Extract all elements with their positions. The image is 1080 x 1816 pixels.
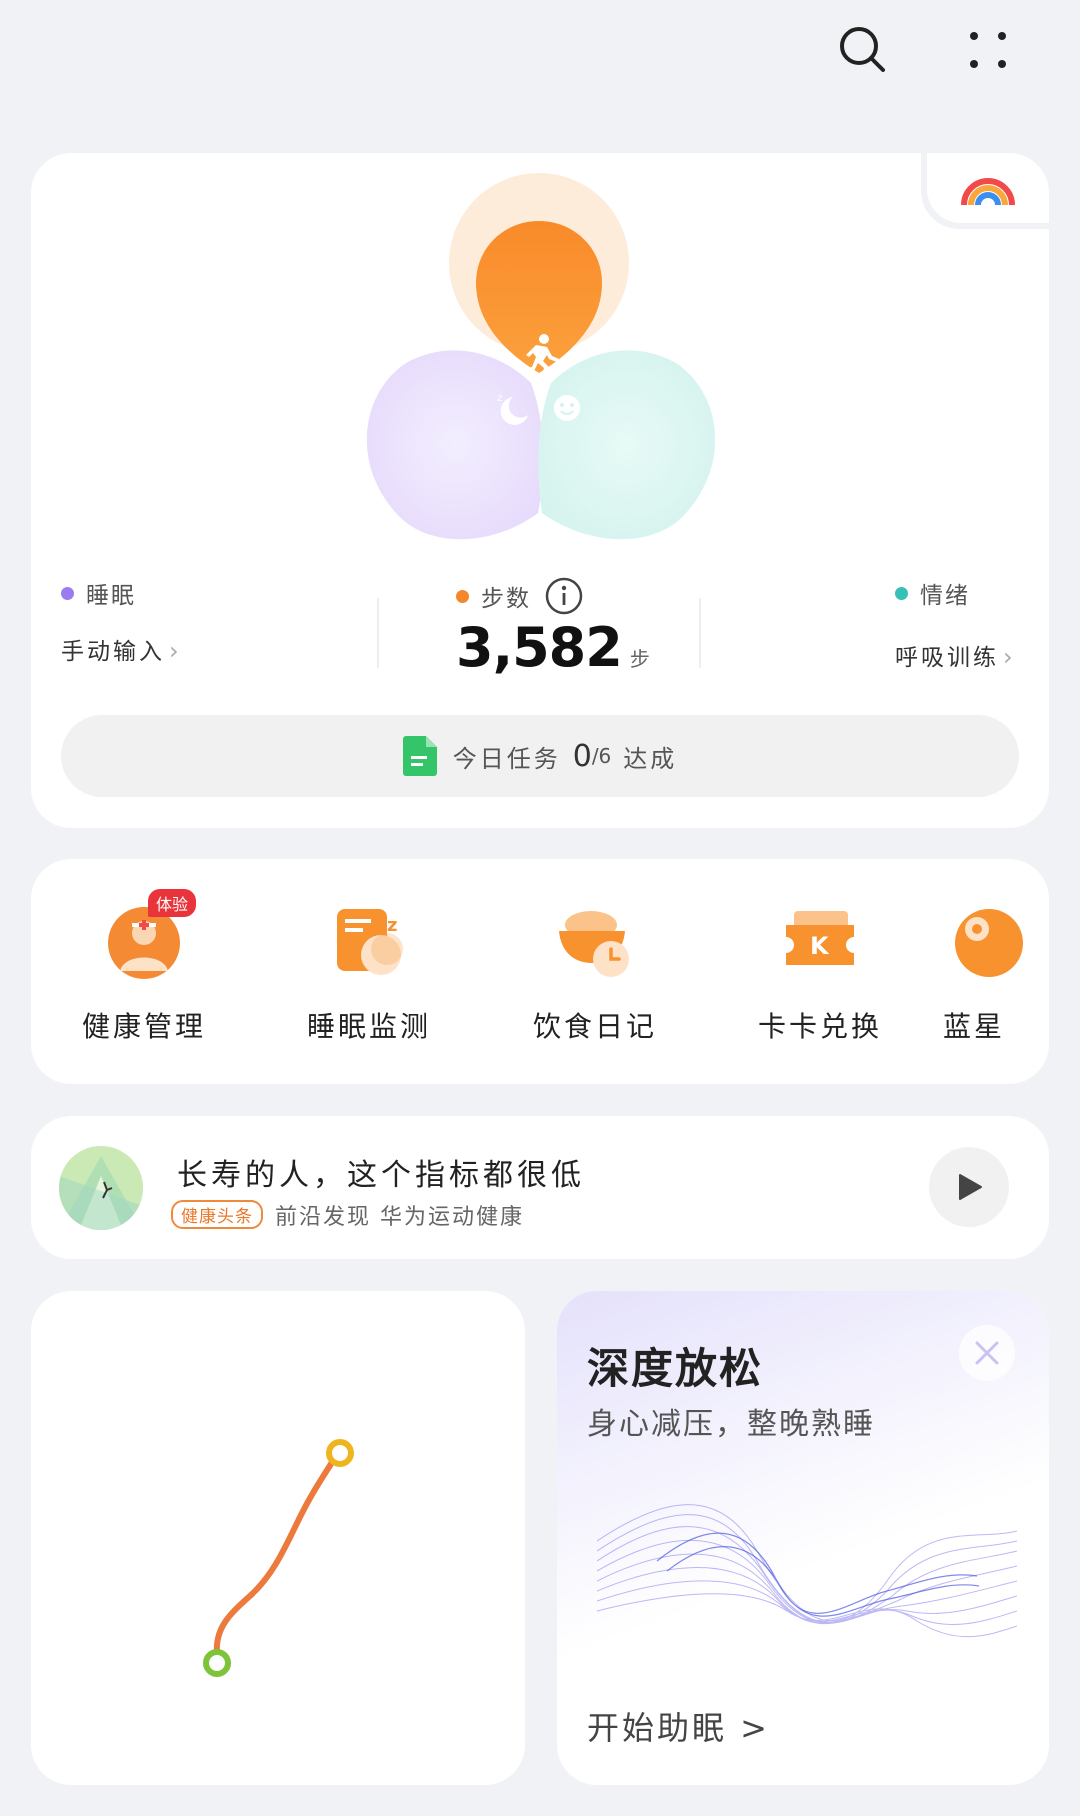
rainbow-icon[interactable]	[958, 163, 1018, 213]
news-meta: 健康头条 前沿发现 华为运动健康	[171, 1199, 524, 1231]
services-row: 体验 健康管理 z 睡眠监测 饮食日记 K 卡卡兑换 蓝星	[31, 859, 1049, 1084]
service-health-manager[interactable]: 体验 健康管理	[64, 889, 224, 1045]
service-card-exchange[interactable]: K 卡卡兑换	[740, 901, 900, 1045]
service-sleep-monitor[interactable]: z 睡眠监测	[289, 901, 449, 1045]
smile-icon	[554, 395, 580, 421]
health-petals-graphic[interactable]: z	[31, 153, 1049, 573]
steps-value: 3,582	[456, 616, 623, 679]
chevron-right-icon: ›	[169, 637, 179, 665]
rainbow-badge-tab	[921, 153, 1049, 229]
mood-dot	[895, 586, 908, 600]
blue-star-icon	[949, 901, 1029, 981]
diet-diary-icon	[555, 901, 635, 981]
service-label: 健康管理	[81, 1010, 206, 1043]
more-dots-icon[interactable]	[956, 18, 1020, 82]
workout-route-card[interactable]	[31, 1291, 525, 1785]
steps-stat[interactable]: 步数 3,582 步	[456, 576, 650, 679]
sound-wave-graphic	[597, 1504, 1017, 1638]
trial-badge: 体验	[148, 889, 197, 917]
sleep-monitor-icon: z	[329, 901, 409, 981]
card-exchange-icon: K	[780, 901, 860, 981]
route-start-marker	[203, 1649, 231, 1677]
route-end-marker	[326, 1439, 354, 1467]
service-label: 饮食日记	[532, 1010, 657, 1043]
relax-title: 深度放松	[587, 1344, 764, 1393]
divider	[377, 598, 379, 668]
activity-rings-card[interactable]: z 睡眠 手动输入 › 步数 3,582 步 情绪 呼吸训练 › 今日任务 0 …	[31, 153, 1049, 828]
sleep-manual-input-link[interactable]: 手动输入 ›	[61, 632, 179, 666]
deep-relax-card[interactable]: 深度放松 身心减压，整晚熟睡 开始助眠 >	[557, 1291, 1049, 1785]
task-document-icon	[402, 736, 437, 776]
relax-subtitle: 身心减压，整晚熟睡	[587, 1407, 875, 1442]
svg-text:K: K	[810, 932, 830, 960]
service-label: 蓝星	[943, 1010, 1006, 1043]
search-icon[interactable]	[831, 18, 895, 82]
daily-task-bar[interactable]: 今日任务 0 /6 达成	[61, 715, 1019, 797]
play-button[interactable]	[929, 1147, 1009, 1227]
sleep-stat[interactable]: 睡眠 手动输入 ›	[61, 576, 179, 666]
task-total: /6	[591, 744, 612, 768]
service-blue-star[interactable]: 蓝星	[943, 901, 1049, 1045]
divider	[699, 598, 701, 668]
steps-label: 步数	[481, 586, 531, 612]
service-diet-diary[interactable]: 饮食日记	[515, 901, 675, 1045]
chevron-right-icon: ›	[1003, 643, 1013, 671]
top-bar	[0, 0, 1080, 110]
news-thumbnail	[59, 1146, 143, 1230]
task-prefix: 今日任务	[452, 744, 561, 773]
svg-text:z: z	[497, 393, 502, 404]
news-tag: 健康头条	[171, 1200, 263, 1229]
news-title: 长寿的人，这个指标都很低	[177, 1158, 585, 1193]
service-label: 睡眠监测	[306, 1010, 431, 1043]
info-icon[interactable]	[544, 576, 584, 616]
sleep-dot	[61, 586, 74, 600]
sleep-label: 睡眠	[86, 583, 136, 609]
play-icon	[959, 1174, 982, 1200]
close-button[interactable]	[959, 1325, 1015, 1381]
health-manager-icon: 体验	[104, 889, 197, 981]
task-done-count: 0	[572, 738, 592, 774]
mood-link-label: 呼吸训练	[895, 645, 999, 671]
start-sleep-aid-link[interactable]: 开始助眠 >	[587, 1703, 770, 1749]
close-icon	[975, 1341, 999, 1365]
route-map	[203, 1439, 354, 1677]
health-news-card[interactable]: 长寿的人，这个指标都很低 健康头条 前沿发现 华为运动健康	[31, 1116, 1049, 1259]
steps-unit: 步	[629, 647, 650, 671]
svg-text:z: z	[387, 915, 397, 936]
mood-stat[interactable]: 情绪	[895, 576, 970, 610]
news-source: 前沿发现 华为运动健康	[275, 1205, 524, 1230]
route-path	[213, 1448, 342, 1656]
sleep-link-label: 手动输入	[61, 639, 165, 665]
mood-label: 情绪	[920, 583, 970, 609]
breathing-training-link[interactable]: 呼吸训练 ›	[895, 638, 1013, 672]
steps-dot	[456, 589, 469, 603]
task-suffix: 达成	[623, 744, 678, 773]
service-label: 卡卡兑换	[757, 1010, 882, 1043]
